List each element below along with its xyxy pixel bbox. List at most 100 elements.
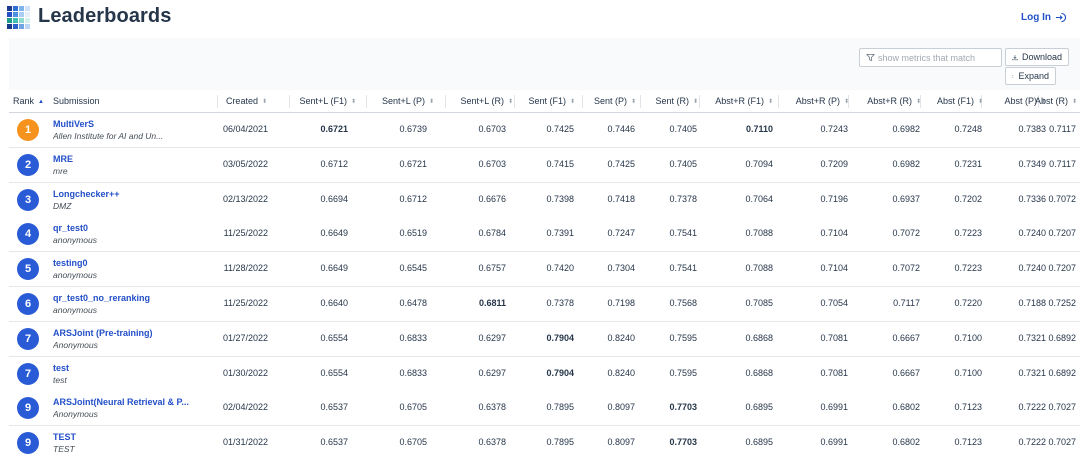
expand-button[interactable]: Expand — [1005, 67, 1056, 85]
metric-value-cell: 0.6991 — [820, 437, 848, 448]
metric-value-cell: 0.7415 — [546, 158, 574, 169]
metric-value-cell: 0.7247 — [607, 228, 635, 239]
logo-square — [13, 18, 18, 23]
metric-value-cell: 0.7378 — [546, 298, 574, 308]
metric-value-cell: 0.7336 — [1018, 193, 1046, 204]
submission-name-link[interactable]: ARSJoint(Neural Retrieval & P... — [53, 397, 203, 407]
metric-value-cell: 0.7027 — [1048, 437, 1076, 448]
logo-square — [25, 12, 30, 17]
submission-cell: MultiVerS Allen Institute for AI and Un..… — [53, 119, 203, 141]
logo-square — [7, 18, 12, 23]
sort-ascending-icon: ▲ — [38, 99, 44, 105]
metric-value-cell: 0.7222 — [1018, 402, 1046, 413]
metric-value-cell: 0.7202 — [954, 193, 982, 204]
metric-value-cell: 0.6868 — [745, 367, 773, 378]
submission-name-link[interactable]: qr_test0 — [53, 223, 203, 233]
column-header-sent-f1[interactable]: Sent (F1) ⬍ — [528, 90, 575, 113]
column-header-sent-l-r[interactable]: Sent+L (R) ⬍ — [461, 90, 513, 113]
column-header-abst-r-p[interactable]: Abst+R (P) ⬍ — [796, 90, 849, 113]
metric-value-cell: 0.7223 — [954, 228, 982, 239]
submission-name-link[interactable]: MultiVerS — [53, 119, 203, 129]
metric-value-cell: 0.6554 — [320, 367, 348, 378]
sort-icon[interactable]: ⬍ — [978, 99, 983, 105]
metric-value-cell: 0.7240 — [1018, 228, 1046, 239]
login-link[interactable]: Log In — [1021, 12, 1066, 23]
metric-value-cell: 0.6784 — [478, 228, 506, 239]
metric-value-cell: 0.7703 — [669, 402, 697, 413]
metric-value-cell: 0.6667 — [892, 367, 920, 378]
column-header-abst-f1[interactable]: Abst (F1) ⬍ — [937, 90, 983, 113]
submission-name-link[interactable]: testing0 — [53, 258, 203, 268]
column-header-sent-l-f1[interactable]: Sent+L (F1) ⬍ — [300, 90, 356, 113]
table-row: 1 MultiVerS Allen Institute for AI and Un.… — [9, 113, 1080, 148]
metric-value-cell: 0.6937 — [892, 193, 920, 204]
column-header-rank[interactable]: Rank ▲ — [13, 90, 44, 113]
submission-organization: Anonymous — [53, 339, 98, 350]
metric-value-cell: 0.7085 — [745, 298, 773, 308]
rank-badge: 2 — [17, 153, 39, 176]
column-header-abst-r-r[interactable]: Abst+R (R) ⬍ — [867, 90, 921, 113]
rank-header-label: Rank — [13, 96, 35, 106]
column-header-sent-r[interactable]: Sent (R) ⬍ — [655, 90, 698, 113]
submission-name-link[interactable]: TEST — [53, 432, 203, 442]
sort-icon[interactable]: ⬍ — [844, 99, 849, 105]
metric-value-cell: 0.6676 — [478, 193, 506, 204]
metric-value-cell: 0.7349 — [1018, 158, 1046, 169]
column-header-abst-r-f1[interactable]: Abst+R (F1) ⬍ — [715, 90, 773, 113]
metric-value-cell: 0.6802 — [892, 437, 920, 448]
logo-square — [7, 12, 12, 17]
submission-name-link[interactable]: test — [53, 363, 203, 373]
submission-name-link[interactable]: Longchecker++ — [53, 189, 203, 199]
sort-icon[interactable]: ⬍ — [429, 99, 434, 105]
sort-icon[interactable]: ⬍ — [570, 99, 575, 105]
metric-filter-input[interactable] — [878, 52, 998, 63]
metric-value-cell: 0.7595 — [669, 367, 697, 378]
metric-value-cell: 0.7207 — [1048, 228, 1076, 239]
created-date-cell: 01/30/2022 — [222, 367, 268, 378]
rank-badge: 9 — [17, 432, 39, 455]
submission-name-link[interactable]: MRE — [53, 154, 203, 164]
sort-icon[interactable]: ⬍ — [351, 99, 356, 105]
column-header-submission[interactable]: Submission — [53, 90, 100, 113]
metric-value-cell: 0.7088 — [745, 263, 773, 274]
metric-filter[interactable] — [859, 48, 1002, 67]
logo-square — [13, 12, 18, 17]
column-header-created[interactable]: Created ⬍ — [226, 90, 267, 113]
submission-name-link[interactable]: qr_test0_no_reranking — [53, 293, 203, 303]
metric-value-cell: 0.7088 — [745, 228, 773, 239]
created-date-cell: 02/13/2022 — [222, 193, 268, 204]
sort-icon[interactable]: ⬍ — [1072, 99, 1077, 105]
submission-organization: mre — [53, 165, 68, 176]
metric-value-cell: 0.7081 — [820, 332, 848, 343]
metric-value-cell: 0.7209 — [820, 158, 848, 169]
metric-value-cell: 0.6649 — [320, 228, 348, 239]
column-header-label: Abst+R (R) — [867, 96, 912, 106]
sort-icon[interactable]: ⬍ — [768, 99, 773, 105]
column-separator — [778, 95, 779, 108]
sort-icon[interactable]: ⬍ — [693, 99, 698, 105]
created-date-cell: 02/04/2022 — [222, 402, 268, 413]
sort-icon[interactable]: ⬍ — [262, 99, 267, 105]
sort-icon[interactable]: ⬍ — [916, 99, 921, 105]
sort-icon[interactable]: ⬍ — [508, 99, 513, 105]
expand-label: Expand — [1018, 71, 1049, 81]
submission-header-label: Submission — [53, 96, 100, 106]
metric-value-cell: 0.7418 — [607, 193, 635, 204]
metric-value-cell: 0.6537 — [320, 437, 348, 448]
metric-value-cell: 0.6895 — [745, 437, 773, 448]
logo-square — [7, 6, 12, 11]
logo-square — [19, 24, 24, 29]
column-header-abst-r[interactable]: Abst (R) ⬍ — [1035, 90, 1077, 113]
metric-value-cell: 0.7904 — [546, 332, 574, 343]
login-label: Log In — [1021, 12, 1051, 23]
download-button[interactable]: Download — [1005, 48, 1069, 66]
table-row: 5 testing0 anonymous 11/28/2022 0.6649 0.6545… — [9, 252, 1080, 288]
rank-badge: 6 — [17, 293, 39, 315]
metric-value-cell: 0.7196 — [820, 193, 848, 204]
metric-value-cell: 0.7223 — [954, 263, 982, 274]
submission-name-link[interactable]: ARSJoint (Pre-training) — [53, 328, 203, 338]
column-header-sent-l-p[interactable]: Sent+L (P) ⬍ — [382, 90, 434, 113]
column-header-sent-p[interactable]: Sent (P) ⬍ — [594, 90, 636, 113]
submission-cell: Longchecker++ DMZ — [53, 189, 203, 211]
sort-icon[interactable]: ⬍ — [631, 99, 636, 105]
